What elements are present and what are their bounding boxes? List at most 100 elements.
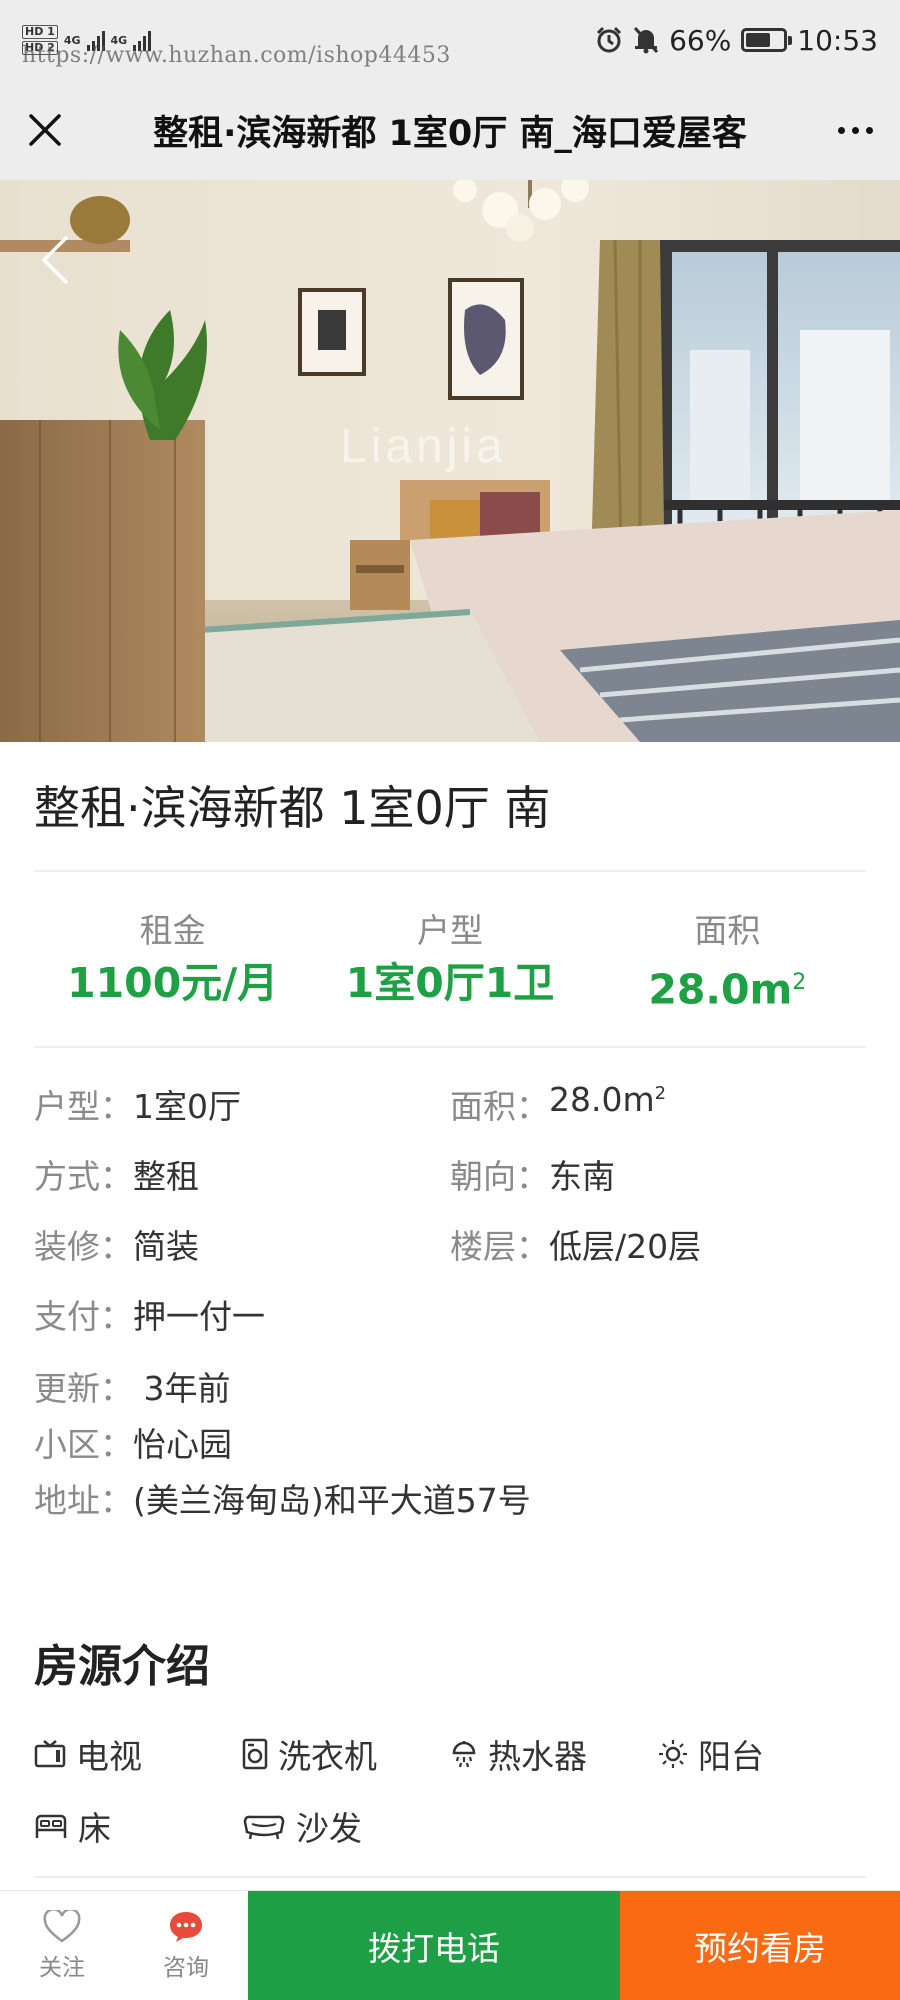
- divider: [34, 1876, 866, 1878]
- hd-badge-1: HD 1: [22, 25, 58, 39]
- balcony-sun-icon: [659, 1740, 687, 1768]
- divider: [34, 1046, 866, 1048]
- detail-key: 朝向：: [450, 1157, 549, 1196]
- detail-orientation: 朝向： 东南: [450, 1150, 615, 1198]
- amenity-label: 热水器: [488, 1737, 587, 1776]
- amenity-label: 阳台: [698, 1737, 764, 1776]
- detail-value: 整租: [133, 1157, 199, 1196]
- water-heater-icon: [452, 1741, 476, 1768]
- photo-watermark: Lianjia: [340, 420, 507, 473]
- detail-value: 东南: [549, 1157, 615, 1196]
- chat-bubble-icon: [170, 1912, 202, 1942]
- detail-key: 装修：: [34, 1227, 133, 1266]
- detail-rent-type: 方式： 整租: [34, 1150, 450, 1198]
- detail-value: 怡心园: [133, 1425, 232, 1464]
- consult-label: 咨询: [163, 1955, 209, 1981]
- bedroom-photo: Lianjia: [0, 180, 900, 742]
- detail-key: 支付：: [34, 1297, 133, 1336]
- stat-label: 户型: [416, 911, 483, 950]
- stat-layout: 户型 1室0厅1卫: [311, 908, 588, 1019]
- battery-fill: [746, 33, 771, 47]
- close-button[interactable]: [0, 80, 90, 180]
- photo-prev-button[interactable]: [30, 225, 80, 295]
- amenity-label: 洗衣机: [278, 1737, 377, 1776]
- heart-icon: [43, 1910, 81, 1943]
- detail-row: 小区： 怡心园: [34, 1418, 866, 1466]
- amenities-row: 电视 洗衣机 热水器 阳台: [34, 1730, 866, 1778]
- amenities-row: 床 沙发: [34, 1802, 866, 1850]
- page-title: 整租·滨海新都 1室0厅 南_海口爱屋客: [153, 113, 747, 154]
- stat-value: 1100元/月: [34, 954, 311, 1012]
- key-stats: 租金 1100元/月 户型 1室0厅1卫 面积 28.0m2: [34, 908, 866, 1019]
- mute-bell-icon: [633, 26, 659, 54]
- battery-icon: [741, 28, 793, 52]
- section-title-intro: 房源介绍: [34, 1641, 210, 1692]
- washing-machine-icon: [242, 1738, 268, 1770]
- detail-key: 面积：: [450, 1087, 549, 1126]
- more-dot: [851, 126, 859, 134]
- amenity-bed: 床: [34, 1802, 242, 1850]
- sofa-icon: [243, 1815, 285, 1840]
- follow-label: 关注: [39, 1955, 85, 1981]
- amenity-sofa: 沙发: [242, 1802, 362, 1850]
- stat-area: 面积 28.0m2: [589, 908, 866, 1019]
- status-left: HD 1 HD 2 4G 4G https://www.huzhan.com/i…: [22, 25, 450, 68]
- detail-community: 小区： 怡心园: [34, 1418, 232, 1466]
- page: HD 1 HD 2 4G 4G https://www.huzhan.com/i…: [0, 0, 900, 2000]
- book-viewing-button[interactable]: 预约看房: [620, 1891, 900, 2000]
- stat-value-text: 28.0m: [648, 965, 793, 1014]
- chevron-left-icon: [41, 236, 68, 284]
- detail-value-text: 28.0m: [549, 1080, 655, 1119]
- close-icon: [29, 114, 61, 146]
- detail-row: 方式： 整租 朝向： 东南: [34, 1150, 866, 1198]
- amenity-tv: 电视: [34, 1730, 242, 1778]
- detail-decoration: 装修： 简装: [34, 1220, 450, 1268]
- call-button[interactable]: 拨打电话: [248, 1891, 620, 2000]
- more-dot: [837, 126, 845, 134]
- detail-row: 更新： 3年前: [34, 1362, 866, 1410]
- detail-key: 地址：: [34, 1481, 133, 1520]
- screenshot-watermark: https://www.huzhan.com/ishop44453: [22, 43, 451, 68]
- bottom-action-bar: 关注 咨询 拨打电话 预约看房: [0, 1890, 900, 2000]
- listing-title: 整租·滨海新都 1室0厅 南: [34, 781, 551, 835]
- status-bar: HD 1 HD 2 4G 4G https://www.huzhan.com/i…: [0, 0, 900, 80]
- stat-label: 面积: [694, 911, 761, 950]
- detail-floor: 楼层： 低层/20层: [450, 1220, 701, 1268]
- amenity-label: 床: [78, 1809, 111, 1848]
- tv-icon: [34, 1740, 66, 1768]
- detail-value: 简装: [133, 1227, 199, 1266]
- detail-value: 1室0厅: [133, 1087, 241, 1126]
- battery-percent: 66%: [669, 23, 732, 57]
- stat-value: 1室0厅1卫: [311, 954, 588, 1012]
- stat-value: 28.0m2: [589, 954, 866, 1019]
- detail-value: 低层/20层: [549, 1227, 702, 1266]
- alarm-icon: [597, 26, 622, 53]
- detail-key: 户型：: [34, 1087, 133, 1126]
- listing-photo[interactable]: Lianjia: [0, 180, 900, 742]
- amenity-balcony: 阳台: [658, 1730, 866, 1778]
- divider: [34, 870, 866, 872]
- amenity-water-heater: 热水器: [450, 1730, 658, 1778]
- stat-rent: 租金 1100元/月: [34, 908, 311, 1019]
- detail-row: 户型： 1室0厅 面积： 28.0m2: [34, 1080, 866, 1128]
- detail-row: 支付： 押一付一: [34, 1290, 866, 1338]
- detail-key: 方式：: [34, 1157, 133, 1196]
- more-dot: [865, 126, 873, 134]
- detail-value: (美兰海甸岛)和平大道57号: [133, 1481, 531, 1520]
- bed-icon: [35, 1814, 67, 1838]
- stat-value-text: 1室0厅1卫: [345, 959, 555, 1007]
- amenity-label: 沙发: [296, 1809, 362, 1848]
- detail-address: 地址： (美兰海甸岛)和平大道57号: [34, 1474, 531, 1522]
- detail-key: 小区：: [34, 1425, 133, 1464]
- detail-layout: 户型： 1室0厅: [34, 1080, 450, 1128]
- consult-button[interactable]: 咨询: [124, 1891, 248, 2000]
- detail-row: 地址： (美兰海甸岛)和平大道57号: [34, 1474, 866, 1522]
- detail-value: 28.0m2: [549, 1080, 666, 1128]
- detail-payment: 支付： 押一付一: [34, 1290, 450, 1338]
- follow-button[interactable]: 关注: [0, 1891, 124, 2000]
- detail-value: 押一付一: [133, 1297, 265, 1336]
- more-options-button[interactable]: [810, 80, 900, 180]
- stat-value-superscript: 2: [792, 970, 807, 995]
- amenity-washing-machine: 洗衣机: [242, 1730, 450, 1778]
- stat-value-text: 1100元/月: [67, 959, 279, 1007]
